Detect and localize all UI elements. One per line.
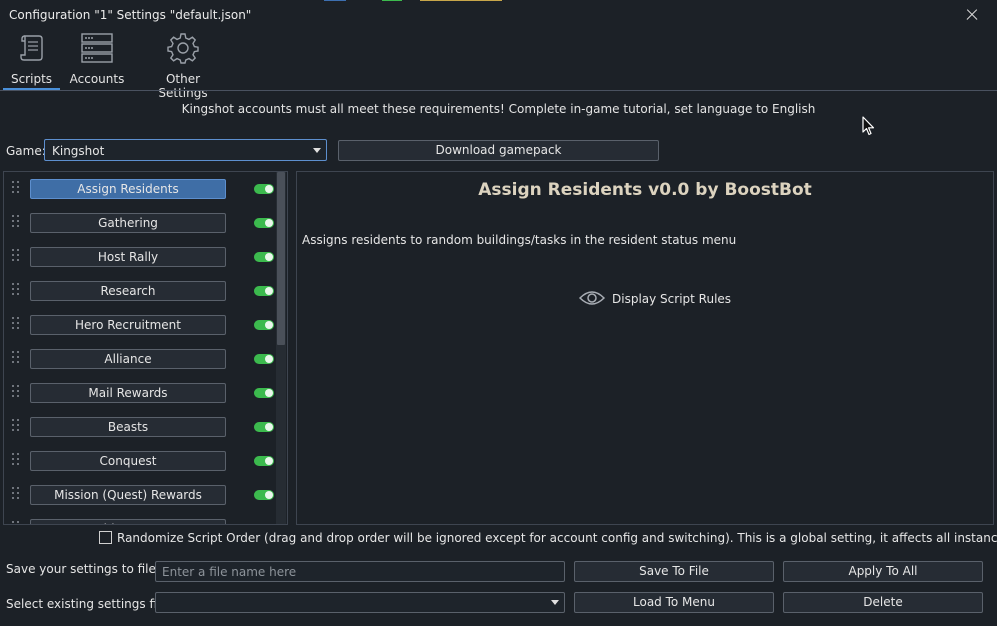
scrollbar-thumb[interactable] — [277, 172, 285, 345]
script-enable-toggle[interactable] — [254, 354, 274, 364]
server-icon — [80, 32, 114, 67]
chevron-down-icon — [313, 148, 321, 153]
title-bar: Configuration "1" Settings "default.json… — [0, 0, 997, 30]
script-button[interactable]: Mail Rewards — [30, 383, 226, 403]
script-button[interactable]: Beasts — [30, 417, 226, 437]
script-row[interactable]: Assign Residents — [4, 172, 276, 206]
tab-scripts[interactable]: Scripts — [3, 32, 60, 90]
script-enable-toggle[interactable] — [254, 286, 274, 296]
script-enable-toggle[interactable] — [254, 490, 274, 500]
script-description: Assigns residents to random buildings/ta… — [302, 233, 737, 247]
script-row[interactable]: Ship Boost — [4, 512, 276, 525]
script-row[interactable]: Hero Recruitment — [4, 308, 276, 342]
script-title: Assign Residents v0.0 by BoostBot — [478, 180, 812, 200]
script-button[interactable]: Alliance — [30, 349, 226, 369]
randomize-label: Randomize Script Order (drag and drop or… — [117, 531, 997, 545]
drag-handle-icon[interactable] — [12, 487, 22, 503]
script-enable-toggle[interactable] — [254, 184, 274, 194]
drag-handle-icon[interactable] — [12, 453, 22, 469]
script-row[interactable]: Beasts — [4, 410, 276, 444]
script-row[interactable]: Alliance — [4, 342, 276, 376]
tab-other-settings[interactable]: Other Settings — [140, 32, 226, 100]
display-script-rules-label: Display Script Rules — [612, 292, 732, 306]
tab-divider — [0, 90, 997, 91]
script-row[interactable]: Conquest — [4, 444, 276, 478]
game-select-value: Kingshot — [52, 144, 105, 158]
script-button[interactable]: Gathering — [30, 213, 226, 233]
script-enable-toggle[interactable] — [254, 422, 274, 432]
script-row[interactable]: Gathering — [4, 206, 276, 240]
script-row[interactable]: Mail Rewards — [4, 376, 276, 410]
script-row[interactable]: Host Rally — [4, 240, 276, 274]
script-row[interactable]: Research — [4, 274, 276, 308]
script-button[interactable]: Hero Recruitment — [30, 315, 226, 335]
game-label: Game: — [6, 144, 46, 158]
script-enable-toggle[interactable] — [254, 320, 274, 330]
load-to-menu-button[interactable]: Load To Menu — [574, 592, 774, 613]
drag-handle-icon[interactable] — [12, 181, 22, 197]
script-button[interactable]: Assign Residents — [30, 179, 226, 199]
tab-accounts[interactable]: Accounts — [64, 32, 130, 90]
eye-icon — [578, 288, 606, 311]
gear-icon — [167, 32, 199, 67]
game-select[interactable]: Kingshot — [44, 139, 327, 161]
script-button[interactable]: Ship Boost — [30, 519, 226, 524]
drag-handle-icon[interactable] — [12, 317, 22, 333]
drag-handle-icon[interactable] — [12, 419, 22, 435]
drag-handle-icon[interactable] — [12, 215, 22, 231]
mouse-cursor-icon — [862, 116, 876, 139]
script-detail-panel — [296, 171, 994, 525]
script-enable-toggle[interactable] — [254, 252, 274, 262]
drag-handle-icon[interactable] — [12, 521, 22, 524]
tab-label: Accounts — [69, 72, 125, 86]
drag-handle-icon[interactable] — [12, 385, 22, 401]
tab-label: Other Settings — [158, 72, 208, 100]
script-enable-toggle[interactable] — [254, 456, 274, 466]
apply-to-all-button[interactable]: Apply To All — [783, 561, 983, 582]
script-button[interactable]: Host Rally — [30, 247, 226, 267]
file-name-input[interactable] — [155, 561, 565, 582]
select-settings-label: Select existing settings file — [6, 597, 168, 611]
drag-handle-icon[interactable] — [12, 249, 22, 265]
download-gamepack-button[interactable]: Download gamepack — [338, 140, 659, 161]
script-row[interactable]: Mission (Quest) Rewards — [4, 478, 276, 512]
delete-button[interactable]: Delete — [783, 592, 983, 613]
script-list: Assign Residents Gathering Host Rally Resea… — [3, 171, 288, 525]
randomize-checkbox[interactable] — [99, 531, 112, 544]
save-to-file-button[interactable]: Save To File — [574, 561, 774, 582]
drag-handle-icon[interactable] — [12, 283, 22, 299]
script-enable-toggle[interactable] — [254, 218, 274, 228]
script-button[interactable]: Research — [30, 281, 226, 301]
drag-handle-icon[interactable] — [12, 351, 22, 367]
script-button[interactable]: Conquest — [30, 451, 226, 471]
requirements-notice: Kingshot accounts must all meet these re… — [181, 102, 816, 116]
script-enable-toggle[interactable] — [254, 524, 274, 525]
settings-file-select[interactable] — [155, 592, 565, 613]
save-settings-label: Save your settings to file — [6, 562, 156, 576]
tab-label: Scripts — [10, 72, 53, 86]
window-title: Configuration "1" Settings "default.json… — [9, 8, 252, 22]
close-icon[interactable] — [962, 4, 986, 26]
scroll-icon — [19, 32, 45, 65]
chevron-down-icon — [551, 600, 559, 605]
script-enable-toggle[interactable] — [254, 388, 274, 398]
script-button[interactable]: Mission (Quest) Rewards — [30, 485, 226, 505]
